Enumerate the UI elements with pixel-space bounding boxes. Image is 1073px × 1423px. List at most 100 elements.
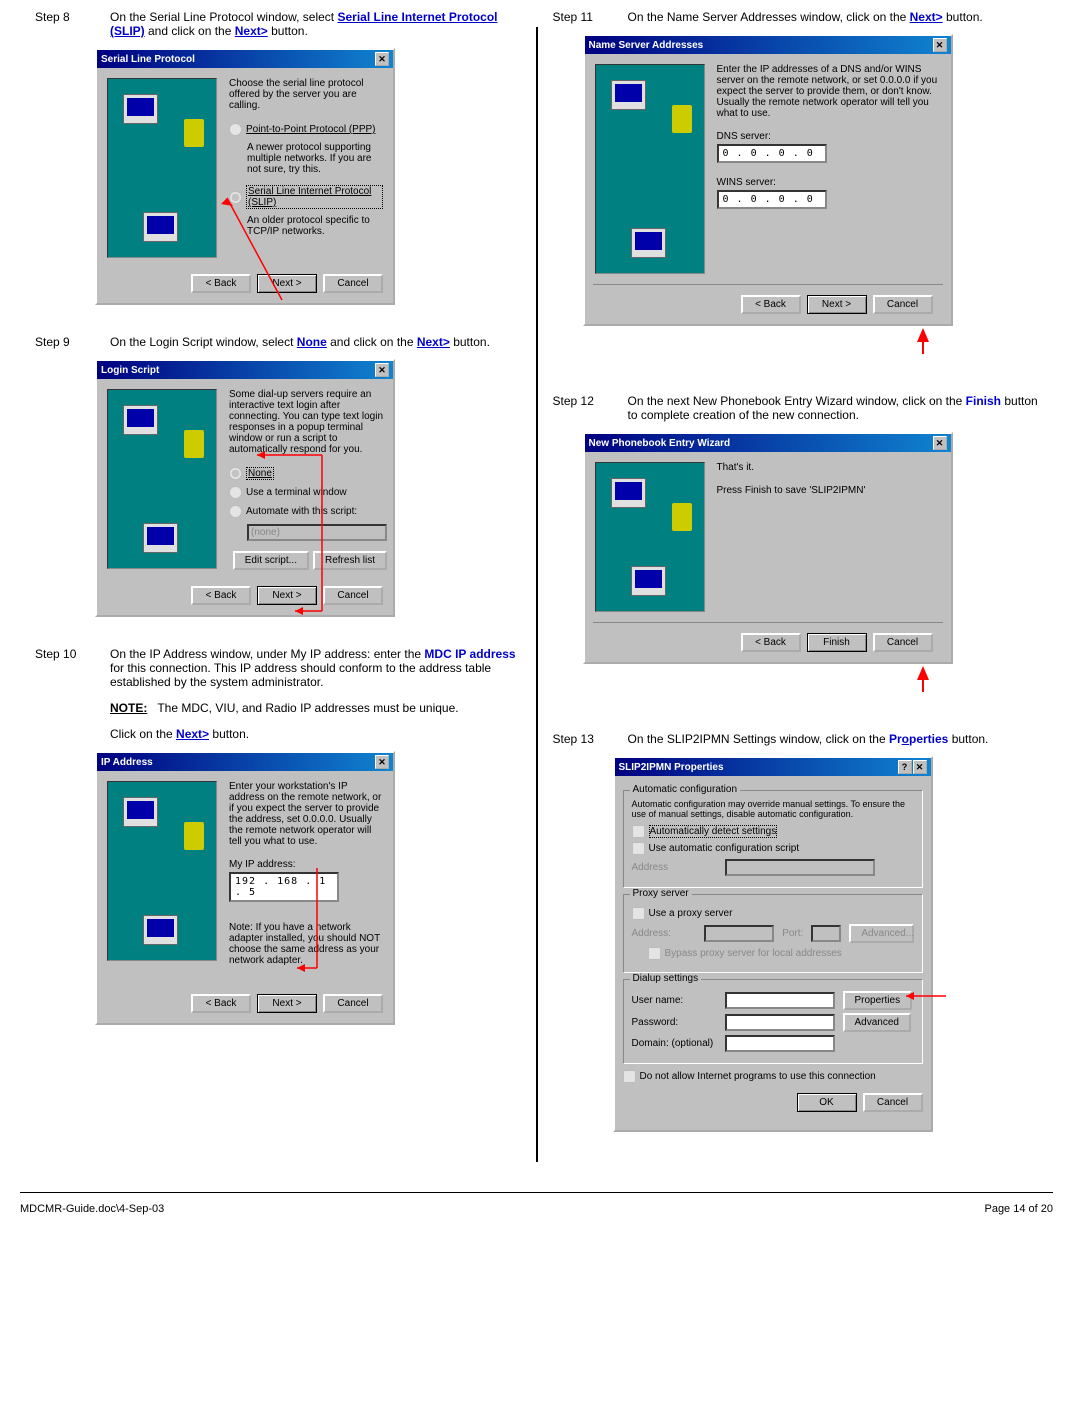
dialog-title: Serial Line Protocol xyxy=(101,54,195,65)
dialog-intro: Some dial-up servers require an interact… xyxy=(229,389,387,455)
close-icon[interactable]: ✕ xyxy=(375,755,389,769)
step-label: Step 9 xyxy=(35,335,90,349)
auto-config-fieldset: Automatic configuration Automatic config… xyxy=(623,790,923,888)
back-button[interactable]: < Back xyxy=(191,994,251,1013)
next-link: Next> xyxy=(176,727,209,741)
back-button[interactable]: < Back xyxy=(191,586,251,605)
next-button[interactable]: Next > xyxy=(257,994,317,1013)
advanced-button: Advanced... xyxy=(849,924,913,943)
step-label: Step 11 xyxy=(553,10,608,24)
serial-line-protocol-dialog: Serial Line Protocol ✕ Choose the serial… xyxy=(95,48,395,305)
properties-link: Properties xyxy=(889,732,948,746)
back-button[interactable]: < Back xyxy=(191,274,251,293)
finish-button[interactable]: Finish xyxy=(807,633,867,652)
wizard-image xyxy=(107,389,217,569)
bypass-proxy-checkbox: Bypass proxy server for local addresses xyxy=(648,947,914,960)
domain-input[interactable] xyxy=(725,1035,835,1052)
cancel-button[interactable]: Cancel xyxy=(323,586,383,605)
step-text: On the Serial Line Protocol window, sele… xyxy=(110,10,521,38)
ok-button[interactable]: OK xyxy=(797,1093,857,1112)
close-icon[interactable]: ✕ xyxy=(375,52,389,66)
proxy-fieldset: Proxy server Use a proxy server Address:… xyxy=(623,894,923,973)
page-footer: MDCMR-Guide.doc\4-Sep-03 Page 14 of 20 xyxy=(20,1192,1053,1215)
wins-input[interactable]: 0 . 0 . 0 . 0 xyxy=(717,190,827,209)
phonebook-wizard-dialog: New Phonebook Entry Wizard ✕ That's it. … xyxy=(583,432,953,664)
do-not-allow-checkbox[interactable]: Do not allow Internet programs to use th… xyxy=(623,1070,923,1083)
proxy-address-input xyxy=(704,925,774,942)
password-input[interactable] xyxy=(725,1014,835,1031)
ppp-desc: A newer protocol supporting multiple net… xyxy=(247,142,383,175)
next-button[interactable]: Next > xyxy=(257,586,317,605)
cancel-button[interactable]: Cancel xyxy=(873,295,933,314)
next-button[interactable]: Next > xyxy=(257,274,317,293)
next-link: Next> xyxy=(910,10,943,24)
cancel-button[interactable]: Cancel xyxy=(863,1093,923,1112)
close-icon[interactable]: ✕ xyxy=(375,363,389,377)
dialog-intro: Enter your workstation's IP address on t… xyxy=(229,781,383,847)
ip-input[interactable]: 192 . 168 . 1 . 5 xyxy=(229,872,339,902)
username-input[interactable] xyxy=(725,992,835,1009)
refresh-list-button[interactable]: Refresh list xyxy=(313,551,387,570)
properties-button[interactable]: Properties xyxy=(843,991,913,1010)
step-text: On the SLIP2IPMN Settings window, click … xyxy=(628,732,1039,746)
use-proxy-checkbox[interactable]: Use a proxy server xyxy=(632,907,914,920)
red-arrow-annotation xyxy=(809,328,1039,354)
step-text: On the IP Address window, under My IP ad… xyxy=(110,647,521,741)
close-icon[interactable]: ✕ xyxy=(913,760,927,774)
next-button[interactable]: Next > xyxy=(807,295,867,314)
help-icon[interactable]: ? xyxy=(898,760,912,774)
right-column: Step 11 On the Name Server Addresses win… xyxy=(538,10,1054,1162)
dialog-intro: Choose the serial line protocol offered … xyxy=(229,78,383,111)
proxy-port-input xyxy=(811,925,841,942)
advanced-button[interactable]: Advanced xyxy=(843,1013,911,1032)
edit-script-button[interactable]: Edit script... xyxy=(233,551,309,570)
none-radio[interactable]: None xyxy=(229,467,387,480)
cancel-button[interactable]: Cancel xyxy=(323,274,383,293)
automate-radio[interactable]: Automate with this script: xyxy=(229,505,387,518)
titlebar: Serial Line Protocol ✕ xyxy=(97,50,393,68)
step-text: On the Name Server Addresses window, cli… xyxy=(628,10,1039,24)
cancel-button[interactable]: Cancel xyxy=(323,994,383,1013)
cancel-button[interactable]: Cancel xyxy=(873,633,933,652)
slip-desc: An older protocol specific to TCP/IP net… xyxy=(247,215,383,237)
dialog-title: SLIP2IPMN Properties xyxy=(619,762,724,773)
step-label: Step 12 xyxy=(553,394,608,422)
step-10: Step 10 On the IP Address window, under … xyxy=(35,647,521,1025)
note-label: NOTE: xyxy=(110,701,147,715)
step-9: Step 9 On the Login Script window, selec… xyxy=(35,335,521,617)
note-text: The MDC, VIU, and Radio IP addresses mus… xyxy=(157,701,458,715)
step-11: Step 11 On the Name Server Addresses win… xyxy=(553,10,1039,354)
next-link: Next> xyxy=(417,335,450,349)
titlebar: Login Script ✕ xyxy=(97,361,393,379)
footer-left: MDCMR-Guide.doc\4-Sep-03 xyxy=(20,1203,164,1215)
close-icon[interactable]: ✕ xyxy=(933,38,947,52)
dns-input[interactable]: 0 . 0 . 0 . 0 xyxy=(717,144,827,163)
back-button[interactable]: < Back xyxy=(741,295,801,314)
terminal-radio[interactable]: Use a terminal window xyxy=(229,486,387,499)
close-icon[interactable]: ✕ xyxy=(933,436,947,450)
titlebar: SLIP2IPMN Properties ?✕ xyxy=(615,758,931,776)
slip-radio[interactable]: Serial Line Internet Protocol (SLIP) xyxy=(229,185,383,209)
config-address-input xyxy=(725,859,875,876)
ip-field-label: My IP address: xyxy=(229,859,383,870)
back-button[interactable]: < Back xyxy=(741,633,801,652)
auto-detect-checkbox[interactable]: Automatically detect settings xyxy=(632,825,914,838)
dialog-title: Login Script xyxy=(101,365,159,376)
step-label: Step 13 xyxy=(553,732,608,746)
thats-it-text: That's it. xyxy=(717,462,941,473)
name-server-dialog: Name Server Addresses ✕ Enter the IP add… xyxy=(583,34,953,326)
step-label: Step 10 xyxy=(35,647,90,741)
script-select[interactable]: (none) xyxy=(247,524,387,541)
none-link: None xyxy=(297,335,327,349)
red-arrow-annotation xyxy=(809,666,1039,692)
dialog-title: IP Address xyxy=(101,757,153,768)
auto-script-checkbox[interactable]: Use automatic configuration script xyxy=(632,842,914,855)
dialog-title: New Phonebook Entry Wizard xyxy=(589,438,731,449)
next-link: Next> xyxy=(235,24,268,38)
titlebar: New Phonebook Entry Wizard ✕ xyxy=(585,434,951,452)
ppp-radio[interactable]: Point-to-Point Protocol (PPP) xyxy=(229,123,383,136)
wizard-image xyxy=(595,462,705,612)
press-finish-text: Press Finish to save 'SLIP2IPMN' xyxy=(717,485,941,496)
finish-link: Finish xyxy=(966,394,1001,408)
page-content: Step 8 On the Serial Line Protocol windo… xyxy=(20,10,1053,1162)
